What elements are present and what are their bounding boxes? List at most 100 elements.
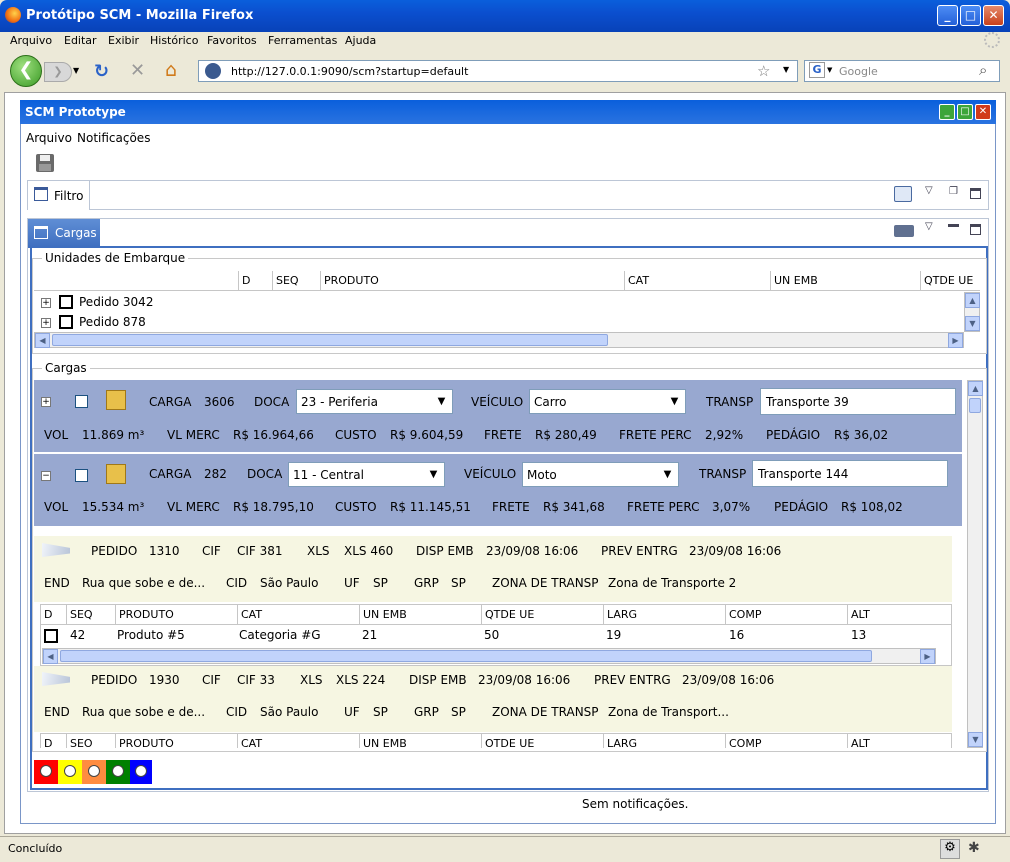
scroll-down-button[interactable]: ▼: [968, 732, 983, 747]
tree-item[interactable]: Pedido 878: [79, 315, 146, 329]
column-header-d[interactable]: D: [239, 271, 273, 290]
filter-search-icon[interactable]: [894, 186, 912, 202]
veiculo-select[interactable]: Moto ▼: [522, 462, 679, 487]
scroll-thumb[interactable]: [60, 650, 872, 662]
tab-cargas[interactable]: Cargas: [28, 219, 100, 247]
status-blue[interactable]: [130, 760, 152, 784]
doca-select[interactable]: 11 - Central ▼: [288, 462, 445, 487]
menu-ajuda[interactable]: Ajuda: [345, 34, 376, 47]
carga-checkbox[interactable]: [75, 395, 88, 408]
column-header-larg[interactable]: LARG: [604, 605, 726, 624]
unidades-vscroll[interactable]: ▲ ▼: [964, 292, 980, 332]
scroll-up-button[interactable]: ▲: [968, 381, 983, 396]
column-header-alt[interactable]: ALT: [848, 605, 951, 624]
tree-item[interactable]: Pedido 3042: [79, 295, 153, 309]
tree-expander[interactable]: +: [41, 318, 51, 328]
veiculo-select[interactable]: Carro ▼: [529, 389, 686, 414]
scroll-thumb[interactable]: [969, 398, 981, 413]
pedido-table-hscroll[interactable]: ◀ ▶: [42, 648, 936, 664]
tree-checkbox[interactable]: [59, 295, 73, 309]
transp-field[interactable]: Transporte 39: [760, 388, 956, 415]
column-header-produto[interactable]: PRODUTO: [321, 271, 625, 290]
chevron-down-icon[interactable]: ▼: [659, 466, 676, 483]
column-header-alt[interactable]: ALT: [848, 734, 951, 748]
column-header-cat[interactable]: CAT: [238, 605, 360, 624]
app-maximize-button[interactable]: □: [957, 104, 973, 120]
column-header-seq[interactable]: SEQ: [67, 605, 116, 624]
column-header-cat[interactable]: CAT: [625, 271, 771, 290]
app-close-button[interactable]: ✕: [975, 104, 991, 120]
cargas-vscroll[interactable]: ▲ ▼: [967, 380, 983, 748]
scroll-right-button[interactable]: ▶: [920, 649, 935, 664]
tab-filtro[interactable]: Filtro: [28, 181, 90, 210]
column-header-comp[interactable]: COMP: [726, 734, 848, 748]
scroll-thumb[interactable]: [52, 334, 608, 346]
firebug-icon[interactable]: ✱: [968, 840, 980, 856]
view-menu-icon[interactable]: ▽: [925, 221, 933, 232]
column-header-cat[interactable]: CAT: [238, 734, 360, 748]
menu-ferramentas[interactable]: Ferramentas: [268, 34, 337, 47]
menu-editar[interactable]: Editar: [64, 34, 97, 47]
chevron-down-icon[interactable]: ▼: [425, 466, 442, 483]
column-header-unemb[interactable]: UN EMB: [360, 734, 482, 748]
column-header-qtdeue[interactable]: QTDE UE: [482, 605, 604, 624]
search-engine-dropdown-icon[interactable]: ▼: [827, 66, 832, 74]
transp-field[interactable]: Transporte 144: [752, 460, 948, 487]
truck-icon[interactable]: [894, 225, 914, 237]
url-bar[interactable]: http://127.0.0.1:9090/scm?startup=defaul…: [198, 60, 798, 82]
url-dropdown-icon[interactable]: ▼: [783, 65, 789, 74]
carga-expander[interactable]: −: [41, 471, 51, 481]
menu-exibir[interactable]: Exibir: [108, 34, 139, 47]
chevron-down-icon[interactable]: ▼: [433, 393, 450, 410]
maximize-view-icon[interactable]: [970, 224, 981, 235]
row-checkbox[interactable]: [44, 629, 58, 643]
column-header-qtdeue[interactable]: OTDE UE: [482, 734, 604, 748]
minimize-view-icon[interactable]: [948, 224, 959, 227]
save-icon[interactable]: [36, 154, 54, 172]
stop-icon[interactable]: ✕: [130, 60, 145, 81]
app-menu-arquivo[interactable]: Arquivo: [26, 131, 72, 145]
gear-icon[interactable]: ⚙: [940, 839, 960, 859]
status-green[interactable]: [106, 760, 130, 784]
chevron-down-icon[interactable]: ▼: [666, 393, 683, 410]
menu-historico[interactable]: Histórico: [150, 34, 198, 47]
search-magnifier-icon[interactable]: ⌕: [979, 61, 987, 79]
column-header-d[interactable]: D: [41, 605, 67, 624]
status-red[interactable]: [34, 760, 58, 784]
carga-expander[interactable]: +: [41, 397, 51, 407]
column-header-d[interactable]: D: [41, 734, 67, 748]
column-header-produto[interactable]: PRODUTO: [116, 605, 238, 624]
tree-expander[interactable]: +: [41, 298, 51, 308]
app-minimize-button[interactable]: _: [939, 104, 955, 120]
home-icon[interactable]: ⌂: [165, 59, 177, 81]
column-header-seq[interactable]: SEQ: [273, 271, 321, 290]
column-header-produto[interactable]: PRODUTO: [116, 734, 238, 748]
scroll-left-button[interactable]: ◀: [35, 333, 50, 348]
restore-icon[interactable]: ❐: [949, 186, 958, 197]
scroll-up-button[interactable]: ▲: [965, 293, 980, 308]
back-button[interactable]: ❮: [10, 55, 42, 87]
close-button[interactable]: ✕: [983, 5, 1004, 26]
search-box[interactable]: G ▼ Google ⌕: [804, 60, 1000, 82]
column-header-unemb[interactable]: UN EMB: [771, 271, 921, 290]
column-header-seq[interactable]: SEO: [67, 734, 116, 748]
view-menu-icon[interactable]: ▽: [925, 185, 933, 196]
scroll-left-button[interactable]: ◀: [43, 649, 58, 664]
forward-button[interactable]: ❯: [44, 62, 72, 82]
status-yellow[interactable]: [58, 760, 82, 784]
column-header-comp[interactable]: COMP: [726, 605, 848, 624]
unidades-hscroll[interactable]: ◀ ▶: [34, 332, 964, 348]
scroll-right-button[interactable]: ▶: [948, 333, 963, 348]
column-header-unemb[interactable]: UN EMB: [360, 605, 482, 624]
bookmark-star-icon[interactable]: ☆: [757, 62, 770, 80]
carga-checkbox[interactable]: [75, 469, 88, 482]
minimize-button[interactable]: _: [937, 5, 958, 26]
scroll-down-button[interactable]: ▼: [965, 316, 980, 331]
google-icon[interactable]: G: [809, 62, 825, 78]
menu-arquivo[interactable]: Arquivo: [10, 34, 52, 47]
maximize-button[interactable]: □: [960, 5, 981, 26]
history-dropdown-icon[interactable]: ▼: [73, 66, 79, 75]
app-menu-notificacoes[interactable]: Notificações: [77, 131, 150, 145]
column-header-qtdeue[interactable]: QTDE UE: [921, 271, 980, 290]
tree-checkbox[interactable]: [59, 315, 73, 329]
